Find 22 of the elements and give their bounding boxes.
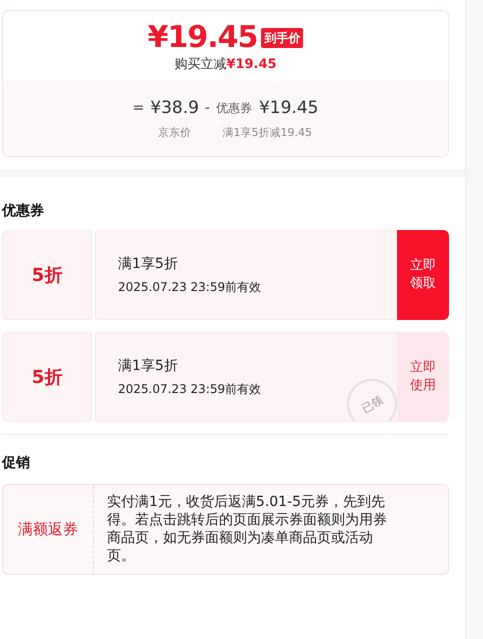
final-price: ¥19.45 (148, 23, 258, 53)
coupon-action-button[interactable]: 立即领取 (397, 230, 449, 320)
coupon-prefix: 优惠券 (216, 100, 252, 116)
coupon-validity: 2025.07.23 23:59前有效 (118, 278, 262, 296)
section-title: 优惠券 (2, 203, 44, 219)
coupon-label: 满1享5折减19.45 (222, 125, 312, 140)
list-price: ¥38.9 (150, 97, 199, 119)
discount-value: 5折 (2, 230, 92, 320)
section-title: 促销 (2, 455, 30, 471)
saving-text: 购买立减¥19.45 (174, 56, 277, 73)
promotion-tag: 满额返券 (3, 485, 94, 574)
coupon-action-button[interactable]: 立即使用 (397, 332, 449, 422)
coupon-condition: 满1享5折 (118, 254, 179, 272)
price-tag: 到手价 (261, 28, 304, 48)
minus-sign: - (204, 99, 210, 118)
coupon-value: ¥19.45 (258, 97, 318, 119)
coupon-validity: 2025.07.23 23:59前有效 (118, 380, 262, 398)
equals-sign: = (132, 99, 144, 118)
coupon-condition: 满1享5折 (118, 356, 179, 374)
discount-value: 5折 (2, 332, 92, 422)
promotion-text: 实付满1元，收货后返满5.01-5元券，先到先得。若点击跳转后的页面展示券面额则为用券商品页，如无券面额则为凑单商品页或活动页。 (106, 493, 388, 566)
list-price-label: 京东价 (158, 125, 192, 140)
